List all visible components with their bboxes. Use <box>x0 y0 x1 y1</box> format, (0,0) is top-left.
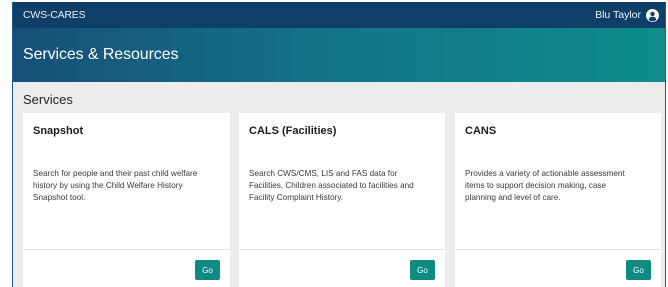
user-name[interactable]: Blu Taylor <box>595 9 641 21</box>
user-avatar-icon[interactable] <box>646 8 659 22</box>
card-description: Provides a variety of actionable assessm… <box>465 168 625 204</box>
section-title: Services <box>23 92 73 107</box>
go-button-snapshot[interactable]: Go <box>195 260 220 280</box>
card-description-line: Provides a variety of actionable assessm… <box>465 169 625 178</box>
page-title: Services & Resources <box>23 46 179 63</box>
card-description-line: Search for people and their past child w… <box>33 169 198 178</box>
card-description: Search CWS/CMS, LIS and FAS data for Fac… <box>249 168 414 204</box>
card-divider <box>239 249 445 250</box>
card-description-line: Facilities, Children associated to facil… <box>249 181 414 190</box>
card-title: Snapshot <box>33 125 84 137</box>
service-card-cans: CANS Provides a variety of actionable as… <box>455 113 661 287</box>
card-divider <box>23 249 230 250</box>
go-button-cans[interactable]: Go <box>626 260 651 280</box>
card-description-line: Facility Complaint History. <box>249 193 344 202</box>
card-divider <box>455 249 661 250</box>
card-description-line: history by using the Child Welfare Histo… <box>33 181 183 190</box>
page-header: Services & Resources <box>13 28 665 82</box>
card-description-line: Search CWS/CMS, LIS and FAS data for <box>249 169 398 178</box>
top-bar: CWS-CARES Blu Taylor <box>13 2 665 28</box>
service-card-snapshot: Snapshot Search for people and their pas… <box>23 113 230 287</box>
app-name[interactable]: CWS-CARES <box>23 9 86 21</box>
app-window: CWS-CARES Blu Taylor Services & Resource… <box>12 2 666 287</box>
card-title: CANS <box>465 125 497 137</box>
service-card-cals: CALS (Facilities) Search CWS/CMS, LIS an… <box>239 113 445 287</box>
card-description-line: planning and level of care. <box>465 193 561 202</box>
card-title: CALS (Facilities) <box>249 125 337 137</box>
card-description-line: Snapshot tool. <box>33 193 86 202</box>
card-description: Search for people and their past child w… <box>33 168 197 204</box>
card-description-line: items to support decision making, case <box>465 181 607 190</box>
go-button-cals[interactable]: Go <box>410 260 435 280</box>
user-menu[interactable]: Blu Taylor <box>595 8 659 22</box>
